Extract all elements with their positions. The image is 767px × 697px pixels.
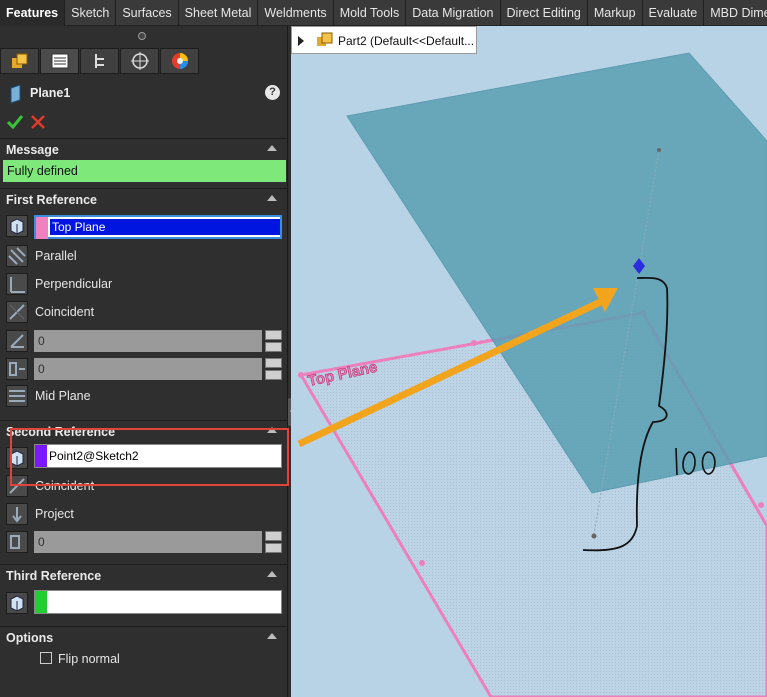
tab-evaluate[interactable]: Evaluate bbox=[643, 0, 705, 26]
tab-mold-tools[interactable]: Mold Tools bbox=[334, 0, 407, 26]
offset-input[interactable]: 0 bbox=[34, 358, 262, 380]
ok-check-icon[interactable] bbox=[6, 114, 24, 130]
tab-markup[interactable]: Markup bbox=[588, 0, 643, 26]
property-manager-icon[interactable] bbox=[40, 48, 79, 74]
angle-row bbox=[6, 330, 36, 354]
coincident-icon bbox=[6, 301, 28, 323]
project-option[interactable]: Project bbox=[6, 503, 206, 527]
collapse-chevron-icon[interactable] bbox=[267, 633, 277, 639]
tab-weldments[interactable]: Weldments bbox=[258, 0, 334, 26]
panel-grip[interactable] bbox=[0, 26, 288, 46]
feature-title: Plane1 bbox=[30, 86, 71, 100]
property-manager-panel: Plane1 ? Message Fully defined First Ref… bbox=[0, 26, 288, 697]
flip-normal-checkbox[interactable] bbox=[40, 652, 52, 664]
collapse-chevron-icon[interactable] bbox=[267, 145, 277, 151]
collapse-chevron-icon[interactable] bbox=[267, 195, 277, 201]
offset-distance-icon bbox=[6, 531, 28, 553]
tab-sketch[interactable]: Sketch bbox=[65, 0, 117, 26]
reference-cube-icon bbox=[6, 592, 28, 614]
collapse-chevron-icon[interactable] bbox=[267, 571, 277, 577]
message-section-header[interactable]: Message bbox=[0, 138, 287, 160]
expand-arrow-icon[interactable] bbox=[298, 36, 304, 46]
reference-cube-icon bbox=[6, 215, 28, 237]
feature-breadcrumb[interactable]: Part2 (Default<<Default... bbox=[291, 26, 477, 54]
tab-direct-editing[interactable]: Direct Editing bbox=[501, 0, 588, 26]
third-reference-swatch bbox=[35, 591, 47, 613]
configuration-manager-icon[interactable] bbox=[80, 48, 119, 74]
command-manager-tabs: Features Sketch Surfaces Sheet Metal Wel… bbox=[0, 0, 767, 26]
tab-features[interactable]: Features bbox=[0, 0, 66, 26]
second-value-input[interactable]: 0 bbox=[34, 531, 262, 553]
mid-plane-icon bbox=[6, 385, 28, 407]
first-reference-swatch bbox=[36, 217, 48, 239]
third-reference-field[interactable] bbox=[34, 590, 282, 614]
manager-icon-tabs bbox=[0, 48, 200, 74]
flip-normal-row: Flip normal bbox=[6, 652, 206, 676]
offset-row bbox=[6, 358, 36, 382]
second-value-row bbox=[6, 531, 36, 555]
tab-sheet-metal[interactable]: Sheet Metal bbox=[179, 0, 259, 26]
help-icon[interactable]: ? bbox=[265, 85, 280, 100]
angle-input[interactable]: 0 bbox=[34, 330, 262, 352]
plane-icon bbox=[10, 84, 21, 104]
mid-plane-option[interactable]: Mid Plane bbox=[6, 385, 206, 409]
tab-surfaces[interactable]: Surfaces bbox=[116, 0, 179, 26]
first-reference-header[interactable]: First Reference bbox=[0, 188, 287, 210]
message-status: Fully defined bbox=[3, 160, 286, 182]
tab-data-migration[interactable]: Data Migration bbox=[406, 0, 501, 26]
second-value-spinner[interactable] bbox=[265, 531, 282, 553]
options-header[interactable]: Options bbox=[0, 626, 287, 648]
part-icon bbox=[317, 32, 333, 46]
first-reference-field[interactable]: Top Plane bbox=[34, 215, 282, 239]
model-canvas: Top Plane bbox=[297, 52, 767, 697]
annotation-highlight-box bbox=[10, 428, 289, 486]
graphics-viewport[interactable]: Top Plane Part2 (Default<<Default... bbox=[291, 26, 767, 697]
third-reference-header[interactable]: Third Reference bbox=[0, 564, 287, 586]
project-icon bbox=[6, 503, 28, 525]
tab-mbd-dimensions[interactable]: MBD Dime bbox=[704, 0, 767, 26]
angle-icon bbox=[6, 330, 28, 352]
offset-spinner[interactable] bbox=[265, 358, 282, 380]
offset-distance-icon bbox=[6, 358, 28, 380]
perpendicular-icon bbox=[6, 273, 28, 295]
parallel-icon bbox=[6, 245, 28, 267]
dimxpert-icon[interactable] bbox=[120, 48, 159, 74]
parallel-option[interactable]: Parallel bbox=[6, 245, 206, 269]
angle-spinner[interactable] bbox=[265, 330, 282, 352]
feature-title-row: Plane1 ? bbox=[8, 84, 280, 104]
display-manager-icon[interactable] bbox=[160, 48, 199, 74]
cancel-x-icon[interactable] bbox=[30, 114, 46, 130]
perpendicular-option[interactable]: Perpendicular bbox=[6, 273, 206, 297]
feature-manager-icon[interactable] bbox=[0, 48, 39, 74]
third-reference-row bbox=[6, 592, 36, 616]
coincident-option[interactable]: Coincident bbox=[6, 301, 206, 325]
